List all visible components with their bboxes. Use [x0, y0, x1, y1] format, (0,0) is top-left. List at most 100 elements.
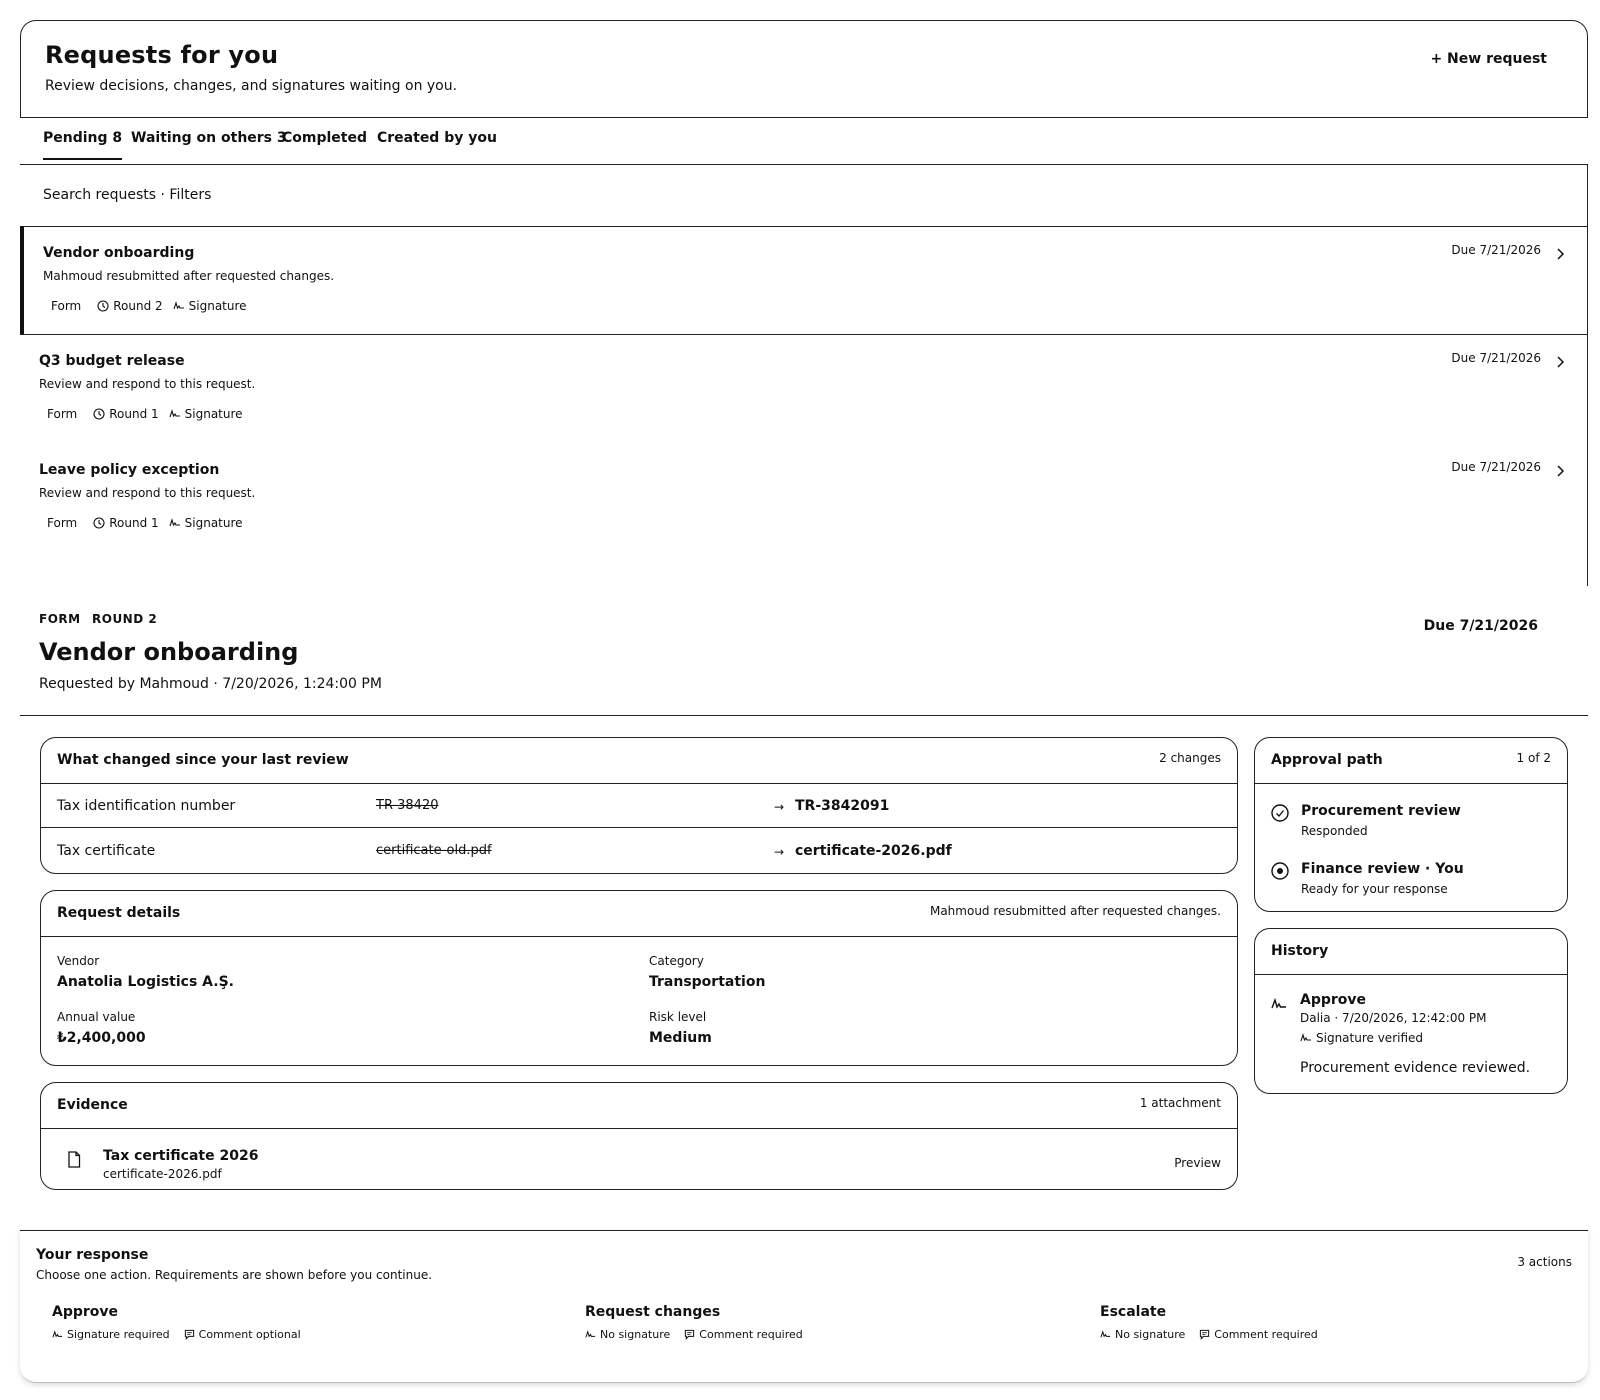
evidence-card: Evidence 1 attachment Tax certificate 20… [40, 1082, 1238, 1190]
request-type: Form [47, 516, 78, 530]
signature-requirement: No signature [585, 1328, 670, 1341]
change-new-value: certificate-2026.pdf [795, 843, 952, 859]
change-row: Tax certificate certificate-old.pdf → ce… [41, 829, 1237, 873]
change-new-value: TR-3842091 [795, 798, 890, 814]
approve-action[interactable]: Approve Signature required Comment optio… [52, 1304, 315, 1341]
tab-completed[interactable]: Completed [282, 130, 367, 158]
search-input[interactable]: Search requests · Filters [43, 187, 211, 203]
request-due: Due 7/21/2026 [1451, 351, 1541, 365]
action-requirements: No signature Comment required [1100, 1328, 1332, 1341]
action-title: Approve [52, 1304, 119, 1320]
change-old-value: TR-38420 [376, 798, 439, 813]
request-description: Review and respond to this request. [39, 377, 256, 391]
signature-requirement: No signature [1100, 1328, 1185, 1341]
request-title: Q3 budget release [39, 353, 185, 369]
chevron-right-icon[interactable] [1555, 464, 1565, 478]
field-value: Transportation [649, 974, 766, 990]
new-request-button[interactable]: + New request [1430, 51, 1547, 67]
step-title: Procurement review [1301, 803, 1461, 819]
request-due: Due 7/21/2026 [1451, 243, 1541, 257]
step-status: Responded [1301, 824, 1368, 838]
history-comment: Procurement evidence reviewed. [1300, 1060, 1531, 1076]
response-panel: Your response Choose one action. Require… [20, 1230, 1588, 1383]
request-description: Review and respond to this request. [39, 486, 256, 500]
field-label: Vendor [57, 954, 100, 968]
action-requirements: Signature required Comment optional [52, 1328, 315, 1341]
tab-waiting-on-others[interactable]: Waiting on others 3 [131, 130, 287, 158]
search-bar: Search requests · Filters [20, 164, 1588, 226]
request-round: Round 1 [93, 516, 159, 530]
comment-requirement: Comment required [1199, 1328, 1318, 1341]
signature-icon [52, 1330, 63, 1338]
field-label: Risk level [649, 1010, 707, 1024]
escalate-action[interactable]: Escalate No signature Comment required [1100, 1304, 1332, 1341]
request-list-item[interactable]: Q3 budget release Review and respond to … [20, 335, 1588, 444]
step-status: Ready for your response [1301, 882, 1448, 896]
request-type: Form [47, 407, 78, 421]
response-subtitle: Choose one action. Requirements are show… [36, 1268, 433, 1282]
chevron-right-icon[interactable] [1555, 247, 1565, 261]
evidence-header: Evidence 1 attachment [41, 1083, 1237, 1129]
request-tags: Form Round 2 Signature [51, 299, 257, 313]
file-icon [67, 1151, 81, 1168]
detail-field-category: Category Transportation [649, 954, 765, 990]
response-title: Your response [36, 1247, 149, 1263]
tab-pending[interactable]: Pending 8 [43, 130, 123, 160]
detail-title: Vendor onboarding [39, 638, 299, 666]
request-details-card: Request details Mahmoud resubmitted afte… [40, 890, 1238, 1066]
changes-count: 2 changes [1159, 751, 1221, 765]
field-value: Anatolia Logistics A.Ş. [57, 974, 234, 990]
evidence-title: Evidence [57, 1097, 128, 1113]
evidence-count: 1 attachment [1139, 1096, 1221, 1110]
detail-requested-by: Requested by Mahmoud · 7/20/2026, 1:24:0… [39, 676, 382, 692]
history-title: History [1271, 943, 1329, 959]
comment-requirement: Comment optional [184, 1328, 301, 1341]
approval-path-header: Approval path 1 of 2 [1255, 738, 1567, 784]
comment-icon [685, 1329, 695, 1340]
approval-step-finance: Finance review · You Ready for your resp… [1271, 861, 1464, 896]
approval-progress: 1 of 2 [1516, 751, 1551, 765]
request-list-item[interactable]: Vendor onboarding Mahmoud resubmitted af… [20, 226, 1588, 335]
request-signature: Signature [169, 516, 243, 530]
arrow-right-icon: → [774, 800, 785, 814]
signature-icon [169, 518, 180, 527]
attachment-filename: certificate-2026.pdf [103, 1167, 222, 1181]
changes-card: What changed since your last review 2 ch… [40, 737, 1238, 874]
change-old-value: certificate-old.pdf [376, 843, 492, 858]
signature-icon [585, 1330, 596, 1338]
detail-field-annual-value: Annual value ₺2,400,000 [57, 1010, 146, 1046]
change-field: Tax identification number [57, 798, 236, 814]
change-field: Tax certificate [57, 843, 156, 859]
detail-due: Due 7/21/2026 [1423, 618, 1538, 634]
field-label: Category [649, 954, 704, 968]
request-changes-action[interactable]: Request changes No signature Comment req… [585, 1304, 817, 1341]
approval-path-card: Approval path 1 of 2 Procurement review … [1254, 737, 1568, 912]
action-requirements: No signature Comment required [585, 1328, 817, 1341]
approval-step-procurement: Procurement review Responded [1271, 803, 1461, 838]
tab-created-by-you[interactable]: Created by you [377, 130, 497, 158]
signature-requirement: Signature required [52, 1328, 170, 1341]
page-subtitle: Review decisions, changes, and signature… [45, 78, 458, 94]
chevron-right-icon[interactable] [1555, 355, 1565, 369]
detail-round-tag: ROUND 2 [92, 612, 158, 626]
comment-requirement: Comment required [684, 1328, 803, 1341]
field-label: Annual value [57, 1010, 136, 1024]
history-action: Approve [1300, 992, 1367, 1008]
check-circle-icon [1271, 804, 1289, 822]
step-title: Finance review · You [1301, 861, 1464, 877]
response-action-count: 3 actions [1517, 1255, 1572, 1269]
field-value: ₺2,400,000 [57, 1030, 146, 1046]
request-list-item[interactable]: Leave policy exception Review and respon… [20, 444, 1588, 586]
preview-button[interactable]: Preview [1174, 1156, 1221, 1170]
clock-icon [93, 517, 105, 529]
action-title: Escalate [1100, 1304, 1167, 1320]
request-type: Form [51, 299, 82, 313]
request-due: Due 7/21/2026 [1451, 460, 1541, 474]
request-tags: Form Round 1 Signature [47, 516, 253, 530]
request-round: Round 1 [93, 407, 159, 421]
request-tags: Form Round 1 Signature [47, 407, 253, 421]
changes-title: What changed since your last review [57, 752, 349, 768]
clock-icon [97, 300, 109, 312]
arrow-right-icon: → [774, 845, 785, 859]
change-row: Tax identification number TR-38420 → TR-… [41, 784, 1237, 828]
